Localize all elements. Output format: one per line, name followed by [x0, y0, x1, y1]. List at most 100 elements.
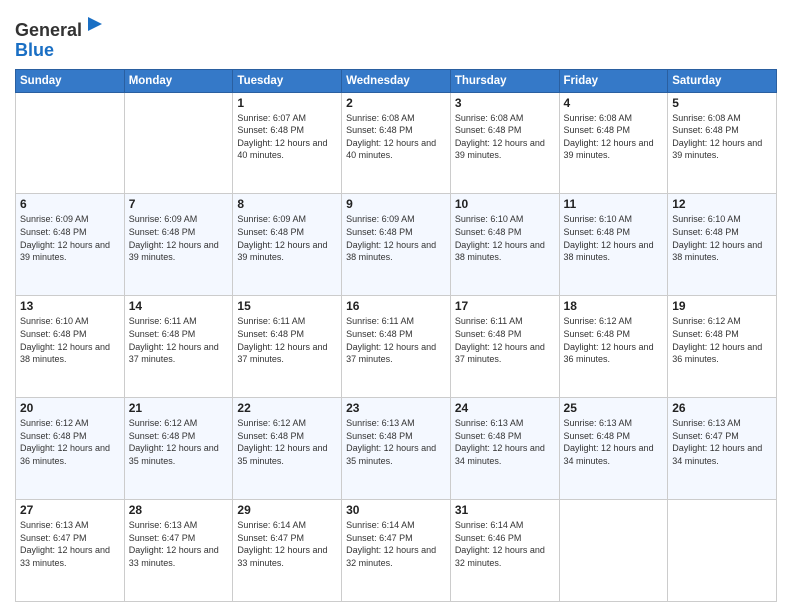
- day-number: 9: [346, 197, 446, 211]
- calendar-cell: 15 Sunrise: 6:11 AM Sunset: 6:48 PM Dayli…: [233, 296, 342, 398]
- day-info: Sunrise: 6:09 AM Sunset: 6:48 PM Dayligh…: [129, 213, 229, 263]
- day-info: Sunrise: 6:13 AM Sunset: 6:47 PM Dayligh…: [129, 519, 229, 569]
- day-info: Sunrise: 6:13 AM Sunset: 6:47 PM Dayligh…: [20, 519, 120, 569]
- calendar-cell: 22 Sunrise: 6:12 AM Sunset: 6:48 PM Dayli…: [233, 398, 342, 500]
- day-number: 20: [20, 401, 120, 415]
- weekday-header-tuesday: Tuesday: [233, 69, 342, 92]
- calendar-cell: 14 Sunrise: 6:11 AM Sunset: 6:48 PM Dayli…: [124, 296, 233, 398]
- calendar-cell: 13 Sunrise: 6:10 AM Sunset: 6:48 PM Dayli…: [16, 296, 125, 398]
- calendar-cell: 3 Sunrise: 6:08 AM Sunset: 6:48 PM Daylig…: [450, 92, 559, 194]
- day-number: 29: [237, 503, 337, 517]
- calendar-cell: 16 Sunrise: 6:11 AM Sunset: 6:48 PM Dayli…: [342, 296, 451, 398]
- calendar-cell: 5 Sunrise: 6:08 AM Sunset: 6:48 PM Daylig…: [668, 92, 777, 194]
- calendar-cell: 17 Sunrise: 6:11 AM Sunset: 6:48 PM Dayli…: [450, 296, 559, 398]
- day-number: 24: [455, 401, 555, 415]
- weekday-header-monday: Monday: [124, 69, 233, 92]
- day-number: 30: [346, 503, 446, 517]
- calendar-cell: 4 Sunrise: 6:08 AM Sunset: 6:48 PM Daylig…: [559, 92, 668, 194]
- day-number: 22: [237, 401, 337, 415]
- day-info: Sunrise: 6:12 AM Sunset: 6:48 PM Dayligh…: [20, 417, 120, 467]
- day-info: Sunrise: 6:09 AM Sunset: 6:48 PM Dayligh…: [237, 213, 337, 263]
- calendar-cell: 27 Sunrise: 6:13 AM Sunset: 6:47 PM Dayli…: [16, 500, 125, 602]
- day-number: 13: [20, 299, 120, 313]
- day-info: Sunrise: 6:08 AM Sunset: 6:48 PM Dayligh…: [455, 112, 555, 162]
- day-info: Sunrise: 6:14 AM Sunset: 6:46 PM Dayligh…: [455, 519, 555, 569]
- day-info: Sunrise: 6:08 AM Sunset: 6:48 PM Dayligh…: [564, 112, 664, 162]
- calendar-cell: 12 Sunrise: 6:10 AM Sunset: 6:48 PM Dayli…: [668, 194, 777, 296]
- day-number: 23: [346, 401, 446, 415]
- day-info: Sunrise: 6:10 AM Sunset: 6:48 PM Dayligh…: [20, 315, 120, 365]
- day-info: Sunrise: 6:11 AM Sunset: 6:48 PM Dayligh…: [129, 315, 229, 365]
- calendar-cell: 31 Sunrise: 6:14 AM Sunset: 6:46 PM Dayli…: [450, 500, 559, 602]
- calendar-cell: 8 Sunrise: 6:09 AM Sunset: 6:48 PM Daylig…: [233, 194, 342, 296]
- calendar-cell: 1Sunrise: 6:07 AM Sunset: 6:48 PM Daylig…: [233, 92, 342, 194]
- day-info: Sunrise: 6:08 AM Sunset: 6:48 PM Dayligh…: [346, 112, 446, 162]
- day-info: Sunrise: 6:10 AM Sunset: 6:48 PM Dayligh…: [455, 213, 555, 263]
- day-number: 28: [129, 503, 229, 517]
- day-number: 1: [237, 96, 337, 110]
- day-info: Sunrise: 6:11 AM Sunset: 6:48 PM Dayligh…: [346, 315, 446, 365]
- calendar-cell: 23 Sunrise: 6:13 AM Sunset: 6:48 PM Dayli…: [342, 398, 451, 500]
- day-number: 8: [237, 197, 337, 211]
- calendar-cell: [16, 92, 125, 194]
- day-info: Sunrise: 6:12 AM Sunset: 6:48 PM Dayligh…: [672, 315, 772, 365]
- day-number: 27: [20, 503, 120, 517]
- logo-flag-icon: [84, 14, 106, 36]
- day-number: 6: [20, 197, 120, 211]
- logo-blue: Blue: [15, 40, 54, 60]
- day-info: Sunrise: 6:11 AM Sunset: 6:48 PM Dayligh…: [455, 315, 555, 365]
- day-info: Sunrise: 6:13 AM Sunset: 6:47 PM Dayligh…: [672, 417, 772, 467]
- day-info: Sunrise: 6:09 AM Sunset: 6:48 PM Dayligh…: [20, 213, 120, 263]
- day-info: Sunrise: 6:08 AM Sunset: 6:48 PM Dayligh…: [672, 112, 772, 162]
- page: General Blue SundayMondayTuesdayWednesda…: [0, 0, 792, 612]
- day-number: 26: [672, 401, 772, 415]
- day-number: 18: [564, 299, 664, 313]
- day-number: 15: [237, 299, 337, 313]
- day-number: 31: [455, 503, 555, 517]
- calendar-table: SundayMondayTuesdayWednesdayThursdayFrid…: [15, 69, 777, 602]
- day-number: 14: [129, 299, 229, 313]
- day-info: Sunrise: 6:12 AM Sunset: 6:48 PM Dayligh…: [129, 417, 229, 467]
- weekday-header-thursday: Thursday: [450, 69, 559, 92]
- day-number: 21: [129, 401, 229, 415]
- calendar-cell: [559, 500, 668, 602]
- calendar-cell: 20 Sunrise: 6:12 AM Sunset: 6:48 PM Dayli…: [16, 398, 125, 500]
- logo-general: General: [15, 20, 82, 40]
- calendar-cell: 25 Sunrise: 6:13 AM Sunset: 6:48 PM Dayli…: [559, 398, 668, 500]
- calendar-cell: 9Sunrise: 6:09 AM Sunset: 6:48 PM Daylig…: [342, 194, 451, 296]
- calendar-cell: 29 Sunrise: 6:14 AM Sunset: 6:47 PM Dayli…: [233, 500, 342, 602]
- weekday-header-sunday: Sunday: [16, 69, 125, 92]
- logo: General Blue: [15, 14, 106, 61]
- day-info: Sunrise: 6:13 AM Sunset: 6:48 PM Dayligh…: [346, 417, 446, 467]
- day-info: Sunrise: 6:10 AM Sunset: 6:48 PM Dayligh…: [672, 213, 772, 263]
- calendar-cell: [124, 92, 233, 194]
- day-number: 11: [564, 197, 664, 211]
- day-info: Sunrise: 6:10 AM Sunset: 6:48 PM Dayligh…: [564, 213, 664, 263]
- day-number: 4: [564, 96, 664, 110]
- day-number: 12: [672, 197, 772, 211]
- day-info: Sunrise: 6:12 AM Sunset: 6:48 PM Dayligh…: [237, 417, 337, 467]
- calendar-cell: 7Sunrise: 6:09 AM Sunset: 6:48 PM Daylig…: [124, 194, 233, 296]
- day-number: 16: [346, 299, 446, 313]
- day-number: 2: [346, 96, 446, 110]
- day-number: 19: [672, 299, 772, 313]
- day-number: 17: [455, 299, 555, 313]
- calendar-cell: 19 Sunrise: 6:12 AM Sunset: 6:48 PM Dayli…: [668, 296, 777, 398]
- calendar-cell: 21 Sunrise: 6:12 AM Sunset: 6:48 PM Dayli…: [124, 398, 233, 500]
- calendar-cell: 11 Sunrise: 6:10 AM Sunset: 6:48 PM Dayli…: [559, 194, 668, 296]
- calendar-cell: 10Sunrise: 6:10 AM Sunset: 6:48 PM Dayli…: [450, 194, 559, 296]
- calendar-cell: 18Sunrise: 6:12 AM Sunset: 6:48 PM Dayli…: [559, 296, 668, 398]
- calendar-cell: 28 Sunrise: 6:13 AM Sunset: 6:47 PM Dayli…: [124, 500, 233, 602]
- weekday-header-friday: Friday: [559, 69, 668, 92]
- day-info: Sunrise: 6:11 AM Sunset: 6:48 PM Dayligh…: [237, 315, 337, 365]
- day-number: 5: [672, 96, 772, 110]
- weekday-header-wednesday: Wednesday: [342, 69, 451, 92]
- header: General Blue: [15, 10, 777, 61]
- day-number: 25: [564, 401, 664, 415]
- calendar-cell: 26 Sunrise: 6:13 AM Sunset: 6:47 PM Dayli…: [668, 398, 777, 500]
- calendar-cell: 6 Sunrise: 6:09 AM Sunset: 6:48 PM Daylig…: [16, 194, 125, 296]
- calendar-cell: 24Sunrise: 6:13 AM Sunset: 6:48 PM Dayli…: [450, 398, 559, 500]
- day-info: Sunrise: 6:14 AM Sunset: 6:47 PM Dayligh…: [237, 519, 337, 569]
- day-number: 3: [455, 96, 555, 110]
- day-info: Sunrise: 6:13 AM Sunset: 6:48 PM Dayligh…: [564, 417, 664, 467]
